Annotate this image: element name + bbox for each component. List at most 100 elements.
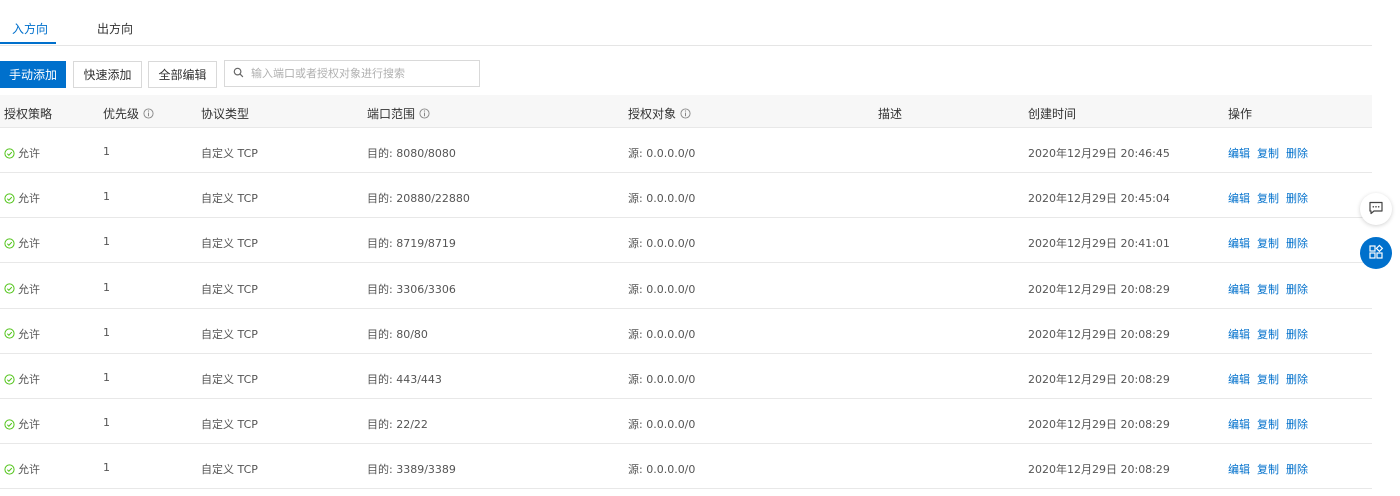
created-cell: 2020年12月29日 20:41:01 (1028, 237, 1170, 251)
source-cell: 源: 0.0.0.0/0 (628, 237, 696, 251)
check-circle-icon (4, 419, 15, 430)
chat-icon (1368, 200, 1384, 219)
table-row: 允许 1 自定义 TCP 目的: 3389/3389 源: 0.0.0.0/0 2020年… (0, 444, 1372, 490)
policy-label: 允许 (18, 373, 40, 386)
col-description: 描述 (878, 107, 903, 121)
edit-link[interactable]: 编辑 (1228, 235, 1250, 251)
direction-tabs: 入方向 出方向 (0, 0, 1372, 46)
created-cell: 2020年12月29日 20:08:29 (1028, 418, 1170, 432)
tab-outbound[interactable]: 出方向 (97, 20, 133, 37)
port-cell: 目的: 443/443 (367, 373, 442, 386)
policy-label: 允许 (18, 192, 40, 206)
delete-link[interactable]: 删除 (1286, 371, 1308, 387)
check-circle-icon (4, 238, 15, 249)
copy-link[interactable]: 复制 (1257, 145, 1279, 161)
copy-link[interactable]: 复制 (1257, 190, 1279, 206)
table-row: 允许 1 自定义 TCP 目的: 22/22 源: 0.0.0.0/0 2020年12月2… (0, 399, 1372, 445)
check-circle-icon (4, 193, 15, 204)
copy-link[interactable]: 复制 (1257, 281, 1279, 297)
delete-link[interactable]: 删除 (1286, 461, 1308, 477)
table-row: 允许 1 自定义 TCP 目的: 8080/8080 源: 0.0.0.0/0 2020年… (0, 128, 1372, 173)
edit-link[interactable]: 编辑 (1228, 326, 1250, 342)
table-row: 允许 1 自定义 TCP 目的: 443/443 源: 0.0.0.0/0 2020年12… (0, 354, 1372, 399)
policy-label: 允许 (18, 418, 40, 432)
col-priority-label: 优先级 (103, 107, 140, 121)
source-cell: 源: 0.0.0.0/0 (628, 282, 696, 296)
delete-link[interactable]: 删除 (1286, 416, 1308, 432)
priority-cell: 1 (103, 190, 110, 204)
delete-link[interactable]: 删除 (1286, 326, 1308, 342)
copy-link[interactable]: 复制 (1257, 235, 1279, 251)
info-icon[interactable] (143, 108, 154, 119)
policy-label: 允许 (18, 237, 40, 251)
bulk-edit-button[interactable]: 全部编辑 (148, 61, 217, 88)
col-protocol: 协议类型 (201, 107, 250, 121)
priority-cell: 1 (103, 280, 110, 294)
policy-cell: 允许 (4, 235, 40, 251)
protocol-cell: 自定义 TCP (201, 237, 258, 251)
source-cell: 源: 0.0.0.0/0 (628, 147, 696, 160)
created-cell: 2020年12月29日 20:45:04 (1028, 192, 1170, 206)
protocol-cell: 自定义 TCP (201, 192, 258, 206)
policy-label: 允许 (18, 147, 40, 160)
policy-label: 允许 (18, 327, 40, 341)
protocol-cell: 自定义 TCP (201, 373, 258, 386)
search-box (224, 60, 480, 87)
edit-link[interactable]: 编辑 (1228, 461, 1250, 477)
copy-link[interactable]: 复制 (1257, 371, 1279, 387)
policy-label: 允许 (18, 282, 40, 296)
source-cell: 源: 0.0.0.0/0 (628, 373, 696, 386)
edit-link[interactable]: 编辑 (1228, 190, 1250, 206)
info-icon[interactable] (680, 108, 691, 119)
port-cell: 目的: 22/22 (367, 418, 428, 432)
check-circle-icon (4, 328, 15, 339)
protocol-cell: 自定义 TCP (201, 463, 258, 477)
manual-add-button[interactable]: 手动添加 (0, 61, 66, 88)
col-actions: 操作 (1228, 107, 1253, 121)
edit-link[interactable]: 编辑 (1228, 371, 1250, 387)
priority-cell: 1 (103, 371, 110, 384)
created-cell: 2020年12月29日 20:08:29 (1028, 282, 1170, 296)
col-source: 授权对象 (628, 105, 691, 122)
tab-inbound[interactable]: 入方向 (12, 20, 48, 37)
feedback-button[interactable] (1360, 193, 1392, 225)
delete-link[interactable]: 删除 (1286, 145, 1308, 161)
copy-link[interactable]: 复制 (1257, 416, 1279, 432)
edit-link[interactable]: 编辑 (1228, 416, 1250, 432)
check-circle-icon (4, 283, 15, 294)
search-input[interactable] (251, 67, 471, 80)
table-row: 允许 1 自定义 TCP 目的: 80/80 源: 0.0.0.0/0 2020年12月2… (0, 309, 1372, 354)
policy-cell: 允许 (4, 145, 40, 161)
copy-link[interactable]: 复制 (1257, 326, 1279, 342)
col-port: 端口范围 (367, 105, 430, 122)
created-cell: 2020年12月29日 20:46:45 (1028, 147, 1170, 160)
info-icon[interactable] (419, 108, 430, 119)
source-cell: 源: 0.0.0.0/0 (628, 418, 696, 432)
policy-cell: 允许 (4, 461, 40, 477)
col-created: 创建时间 (1028, 107, 1077, 121)
edit-link[interactable]: 编辑 (1228, 281, 1250, 297)
table-row: 允许 1 自定义 TCP 目的: 8719/8719 源: 0.0.0.0/0 2020年… (0, 218, 1372, 264)
policy-cell: 允许 (4, 326, 40, 342)
apps-button[interactable] (1360, 237, 1392, 269)
source-cell: 源: 0.0.0.0/0 (628, 463, 696, 477)
delete-link[interactable]: 删除 (1286, 190, 1308, 206)
active-tab-indicator (0, 42, 56, 44)
created-cell: 2020年12月29日 20:08:29 (1028, 327, 1170, 341)
priority-cell: 1 (103, 325, 110, 339)
quick-add-button[interactable]: 快速添加 (73, 61, 142, 88)
delete-link[interactable]: 删除 (1286, 281, 1308, 297)
policy-cell: 允许 (4, 416, 40, 432)
source-cell: 源: 0.0.0.0/0 (628, 327, 696, 341)
delete-link[interactable]: 删除 (1286, 235, 1308, 251)
edit-link[interactable]: 编辑 (1228, 145, 1250, 161)
policy-cell: 允许 (4, 281, 40, 297)
priority-cell: 1 (103, 235, 110, 249)
table-row: 允许 1 自定义 TCP 目的: 3306/3306 源: 0.0.0.0/0 2020年… (0, 264, 1372, 309)
protocol-cell: 自定义 TCP (201, 327, 258, 341)
port-cell: 目的: 3389/3389 (367, 463, 456, 477)
source-cell: 源: 0.0.0.0/0 (628, 192, 696, 206)
copy-link[interactable]: 复制 (1257, 461, 1279, 477)
protocol-cell: 自定义 TCP (201, 282, 258, 296)
created-cell: 2020年12月29日 20:08:29 (1028, 373, 1170, 386)
